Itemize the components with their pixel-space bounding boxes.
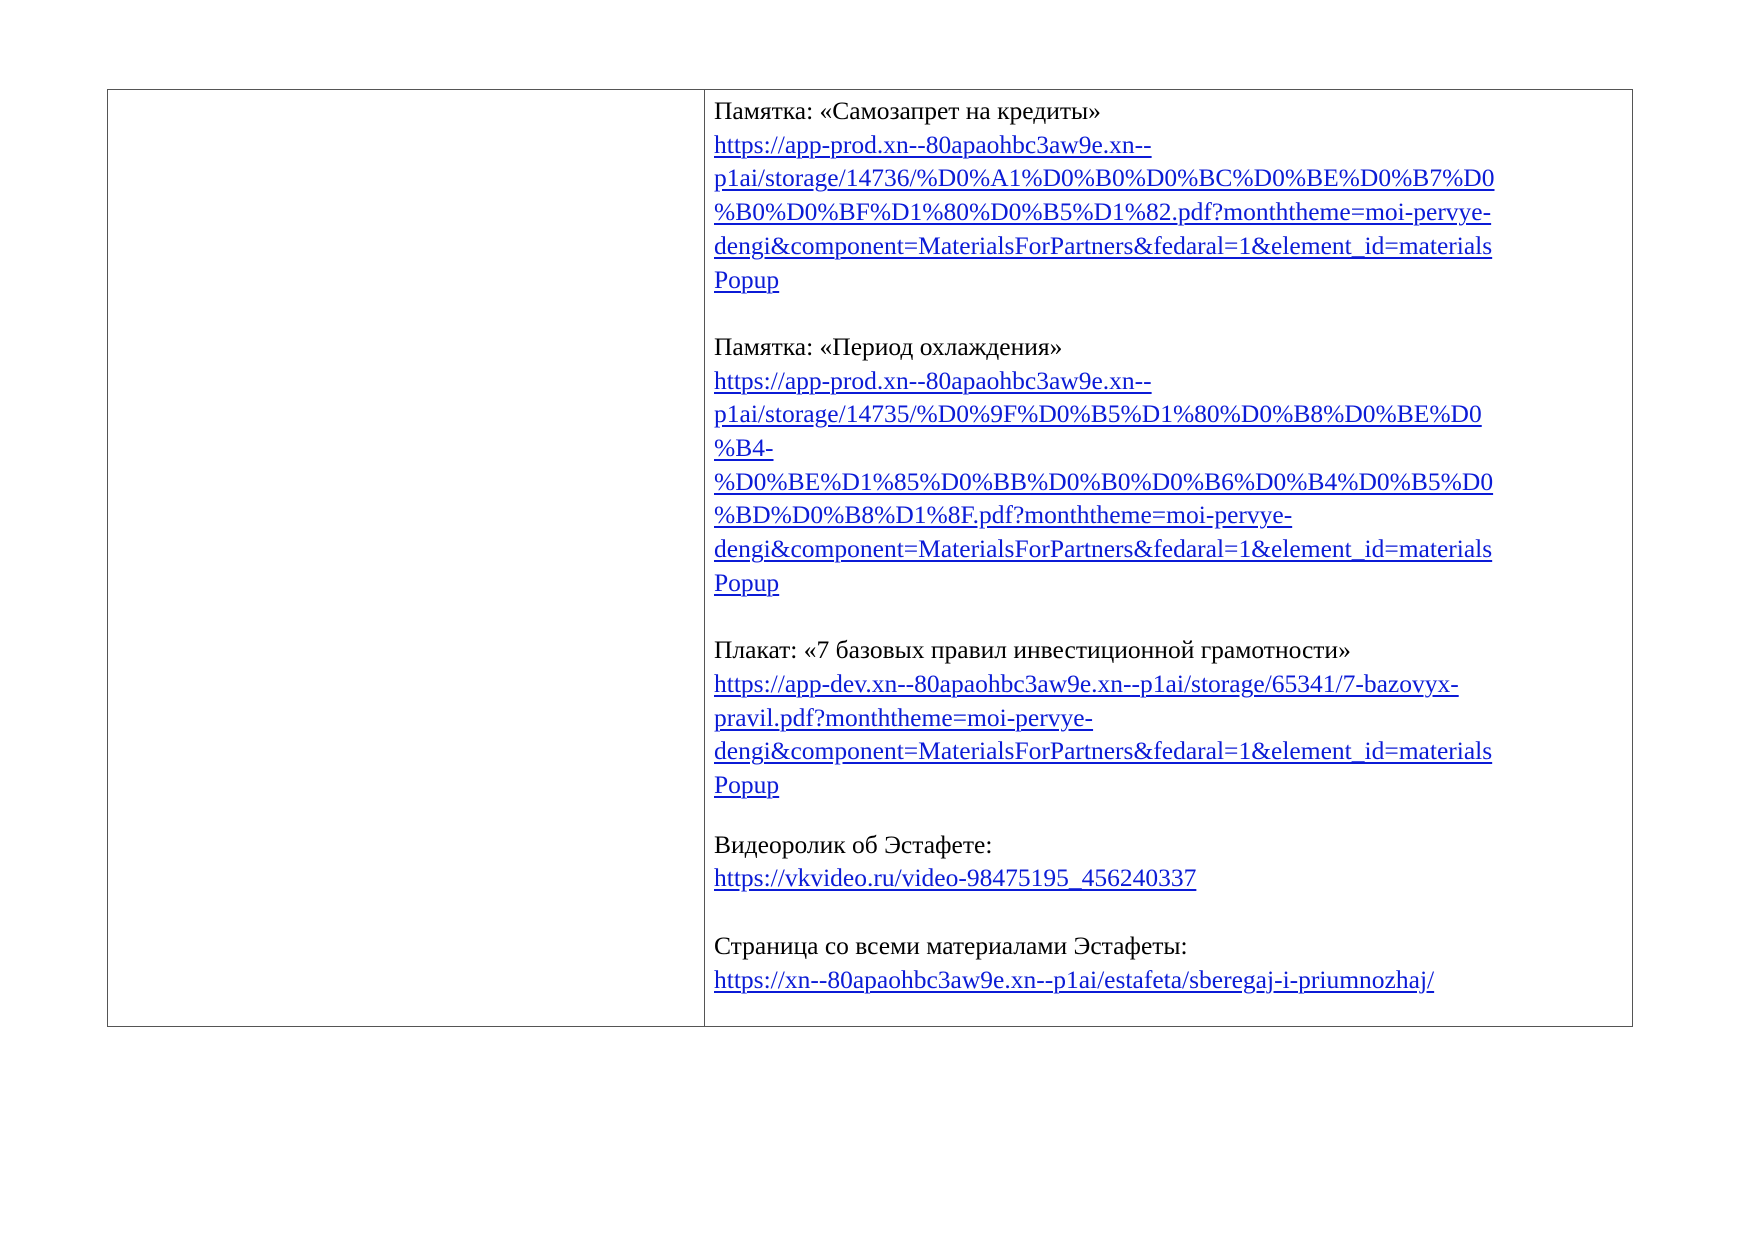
material-entry: Памятка: «Самозапрет на кредиты» https:/… xyxy=(714,94,1614,296)
link-line: https://app-dev.xn--80apaohbc3aw9e.xn--p… xyxy=(714,668,1459,698)
link-line: https://app-prod.xn--80apaohbc3aw9e.xn-- xyxy=(714,129,1152,159)
link-line: dengi&component=MaterialsForPartners&fed… xyxy=(714,736,1493,766)
link-line: https://app-prod.xn--80apaohbc3aw9e.xn-- xyxy=(714,365,1152,395)
link-line: %B4- xyxy=(714,433,774,463)
link-line: https://vkvideo.ru/video-98475195_456240… xyxy=(714,863,1197,893)
link-line: dengi&component=MaterialsForPartners&fed… xyxy=(714,534,1493,564)
link-line: %BD%D0%B8%D1%8F.pdf?monththeme=moi-pervy… xyxy=(714,500,1293,530)
material-title: Памятка: «Самозапрет на кредиты» xyxy=(714,96,1101,125)
material-entry: Плакат: «7 базовых правил инвестиционной… xyxy=(714,633,1614,802)
material-entry: Видеоролик об Эстафете: https://vkvideo.… xyxy=(714,828,1614,895)
material-entry: Памятка: «Период охлаждения» https://app… xyxy=(714,330,1614,600)
material-link[interactable]: https://app-prod.xn--80apaohbc3aw9e.xn--… xyxy=(714,128,1614,297)
material-title: Плакат: «7 базовых правил инвестиционной… xyxy=(714,635,1351,665)
link-line: %D0%BE%D1%85%D0%BB%D0%B0%D0%B6%D0%B4%D0%… xyxy=(714,466,1494,496)
link-line: p1ai/storage/14736/%D0%A1%D0%B0%D0%BC%D0… xyxy=(714,163,1495,193)
materials-table: Памятка: «Самозапрет на кредиты» https:/… xyxy=(107,89,1633,1027)
link-line: pravil.pdf?monththeme=moi-pervye- xyxy=(714,702,1094,732)
link-line: p1ai/storage/14735/%D0%9F%D0%B5%D1%80%D0… xyxy=(714,399,1482,429)
link-line: dengi&component=MaterialsForPartners&fed… xyxy=(714,230,1493,260)
table-cell-left-empty xyxy=(108,90,705,1026)
link-line: %B0%D0%BF%D1%80%D0%B5%D1%82.pdf?monththe… xyxy=(714,197,1492,227)
material-title: Страница со всеми материалами Эстафеты: xyxy=(714,930,1188,960)
material-title: Видеоролик об Эстафете: xyxy=(714,829,993,859)
material-link[interactable]: https://vkvideo.ru/video-98475195_456240… xyxy=(714,861,1614,895)
material-link[interactable]: https://app-dev.xn--80apaohbc3aw9e.xn--p… xyxy=(714,667,1614,802)
material-entry: Страница со всеми материалами Эстафеты: … xyxy=(714,929,1614,996)
material-link[interactable]: https://app-prod.xn--80apaohbc3aw9e.xn--… xyxy=(714,364,1614,600)
link-line: Popup xyxy=(714,770,780,800)
link-line: Popup xyxy=(714,264,780,294)
link-line: https://xn--80apaohbc3aw9e.xn--p1ai/esta… xyxy=(714,964,1435,994)
material-title: Памятка: «Период охлаждения» xyxy=(714,331,1063,361)
table-cell-materials: Памятка: «Самозапрет на кредиты» https:/… xyxy=(705,90,1632,1026)
link-line: Popup xyxy=(714,567,780,597)
material-link[interactable]: https://xn--80apaohbc3aw9e.xn--p1ai/esta… xyxy=(714,963,1614,997)
